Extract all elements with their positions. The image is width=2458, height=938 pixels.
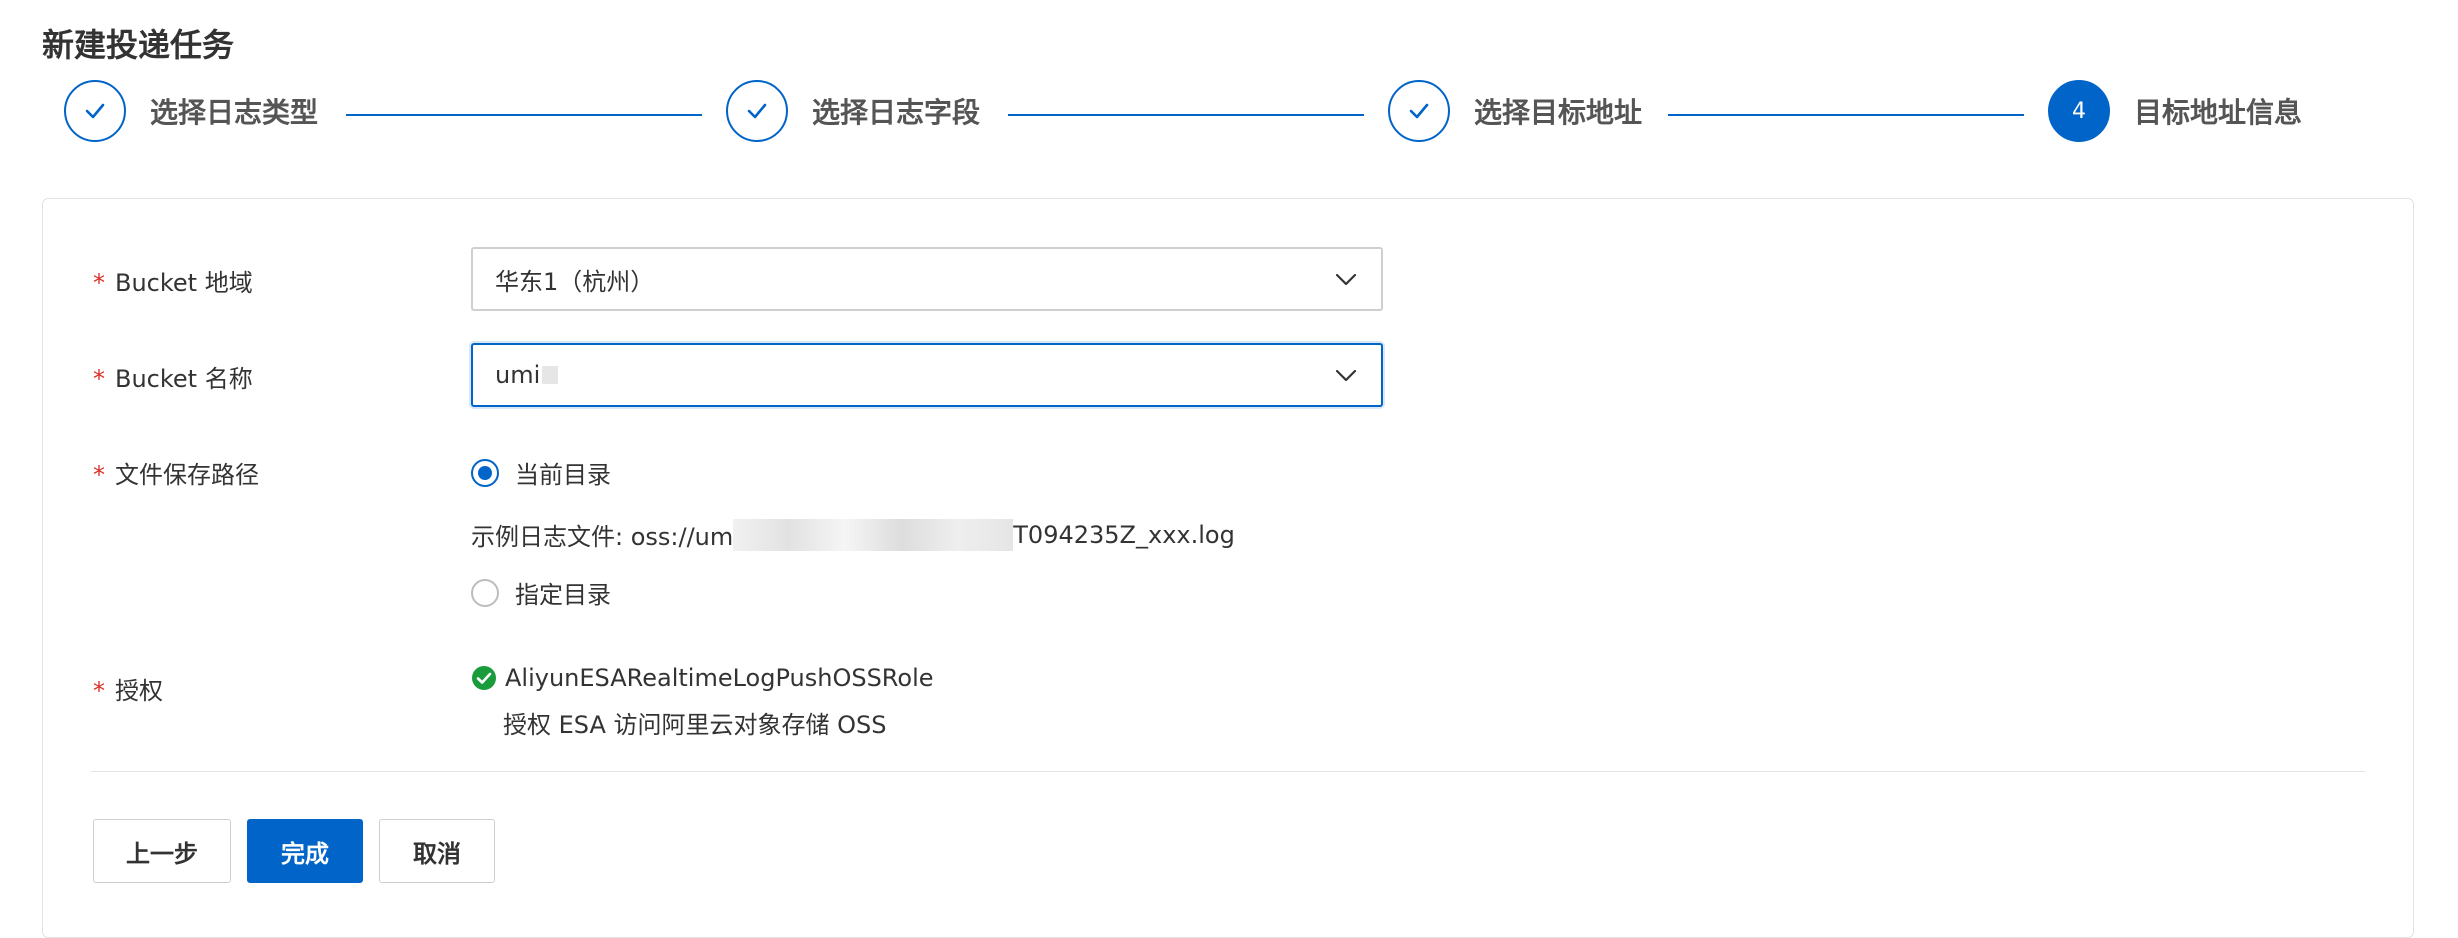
prev-step-button[interactable]: 上一步 (93, 819, 231, 883)
example-log-file: 示例日志文件: oss://um T094235Z_xxx.log (471, 517, 1235, 552)
step-4-number: 4 (2048, 80, 2110, 142)
required-mark: * (93, 269, 105, 297)
redacted-text (542, 366, 559, 384)
radio-button-checked[interactable] (471, 458, 499, 487)
step-1-label: 选择日志类型 (150, 96, 319, 129)
radio-button[interactable] (471, 578, 499, 607)
save-path-label: * 文件保存路径 (93, 455, 259, 490)
bucket-name-select[interactable]: umi (471, 343, 1383, 407)
save-path-label-text: 文件保存路径 (115, 461, 259, 489)
example-suffix: T094235Z_xxx.log (1013, 520, 1235, 549)
radio-label: 当前目录 (515, 461, 611, 489)
chevron-down-icon (1335, 369, 1357, 382)
step-connector (1668, 114, 2024, 116)
radio-current-directory[interactable]: 当前目录 (471, 455, 611, 490)
required-mark: * (93, 461, 105, 489)
step-4-label: 目标地址信息 (2134, 96, 2303, 129)
bucket-region-select[interactable]: 华东1（杭州） (471, 247, 1383, 311)
check-icon (1388, 80, 1450, 142)
step-1: 选择日志类型 (64, 80, 318, 142)
bucket-name-value: umi (495, 361, 541, 389)
role-name: AliyunESARealtimeLogPushOSSRole (505, 664, 934, 692)
radio-specified-directory[interactable]: 指定目录 (471, 575, 611, 610)
check-icon (726, 80, 788, 142)
step-2-label: 选择日志字段 (812, 96, 981, 129)
required-mark: * (93, 365, 105, 393)
bucket-region-value: 华东1（杭州） (495, 267, 655, 296)
redacted-text (733, 518, 1014, 551)
bucket-region-label: * Bucket 地域 (93, 263, 253, 298)
step-3-label: 选择目标地址 (1474, 96, 1643, 129)
step-2: 选择日志字段 (726, 80, 980, 142)
check-circle-icon (472, 666, 496, 690)
bucket-name-label: * Bucket 名称 (93, 359, 253, 394)
authorization-role: AliyunESARealtimeLogPushOSSRole (471, 664, 934, 692)
step-3: 选择目标地址 (1388, 80, 1642, 142)
check-icon (64, 80, 126, 142)
radio-label: 指定目录 (515, 581, 611, 609)
authorization-label: * 授权 (93, 671, 163, 706)
divider (91, 771, 2365, 772)
required-mark: * (93, 677, 105, 705)
finish-button[interactable]: 完成 (247, 819, 363, 883)
example-prefix: 示例日志文件: oss://um (471, 523, 734, 551)
step-4: 4 目标地址信息 (2048, 80, 2302, 142)
authorization-label-text: 授权 (115, 677, 163, 705)
step-connector (346, 114, 702, 116)
chevron-down-icon (1335, 273, 1357, 286)
form-panel: * Bucket 地域 华东1（杭州） * Bucket 名称 umi * 文件保存路… (42, 198, 2414, 938)
step-connector (1008, 114, 1364, 116)
authorization-description: 授权 ESA 访问阿里云对象存储 OSS (503, 711, 887, 739)
cancel-button[interactable]: 取消 (379, 819, 495, 883)
bucket-region-label-text: Bucket 地域 (115, 269, 253, 297)
bucket-name-label-text: Bucket 名称 (115, 365, 253, 393)
step-indicator: 选择日志类型 选择日志字段 选择目标地址 4 目标地址信息 (64, 80, 2344, 148)
page-title: 新建投递任务 (42, 26, 235, 64)
